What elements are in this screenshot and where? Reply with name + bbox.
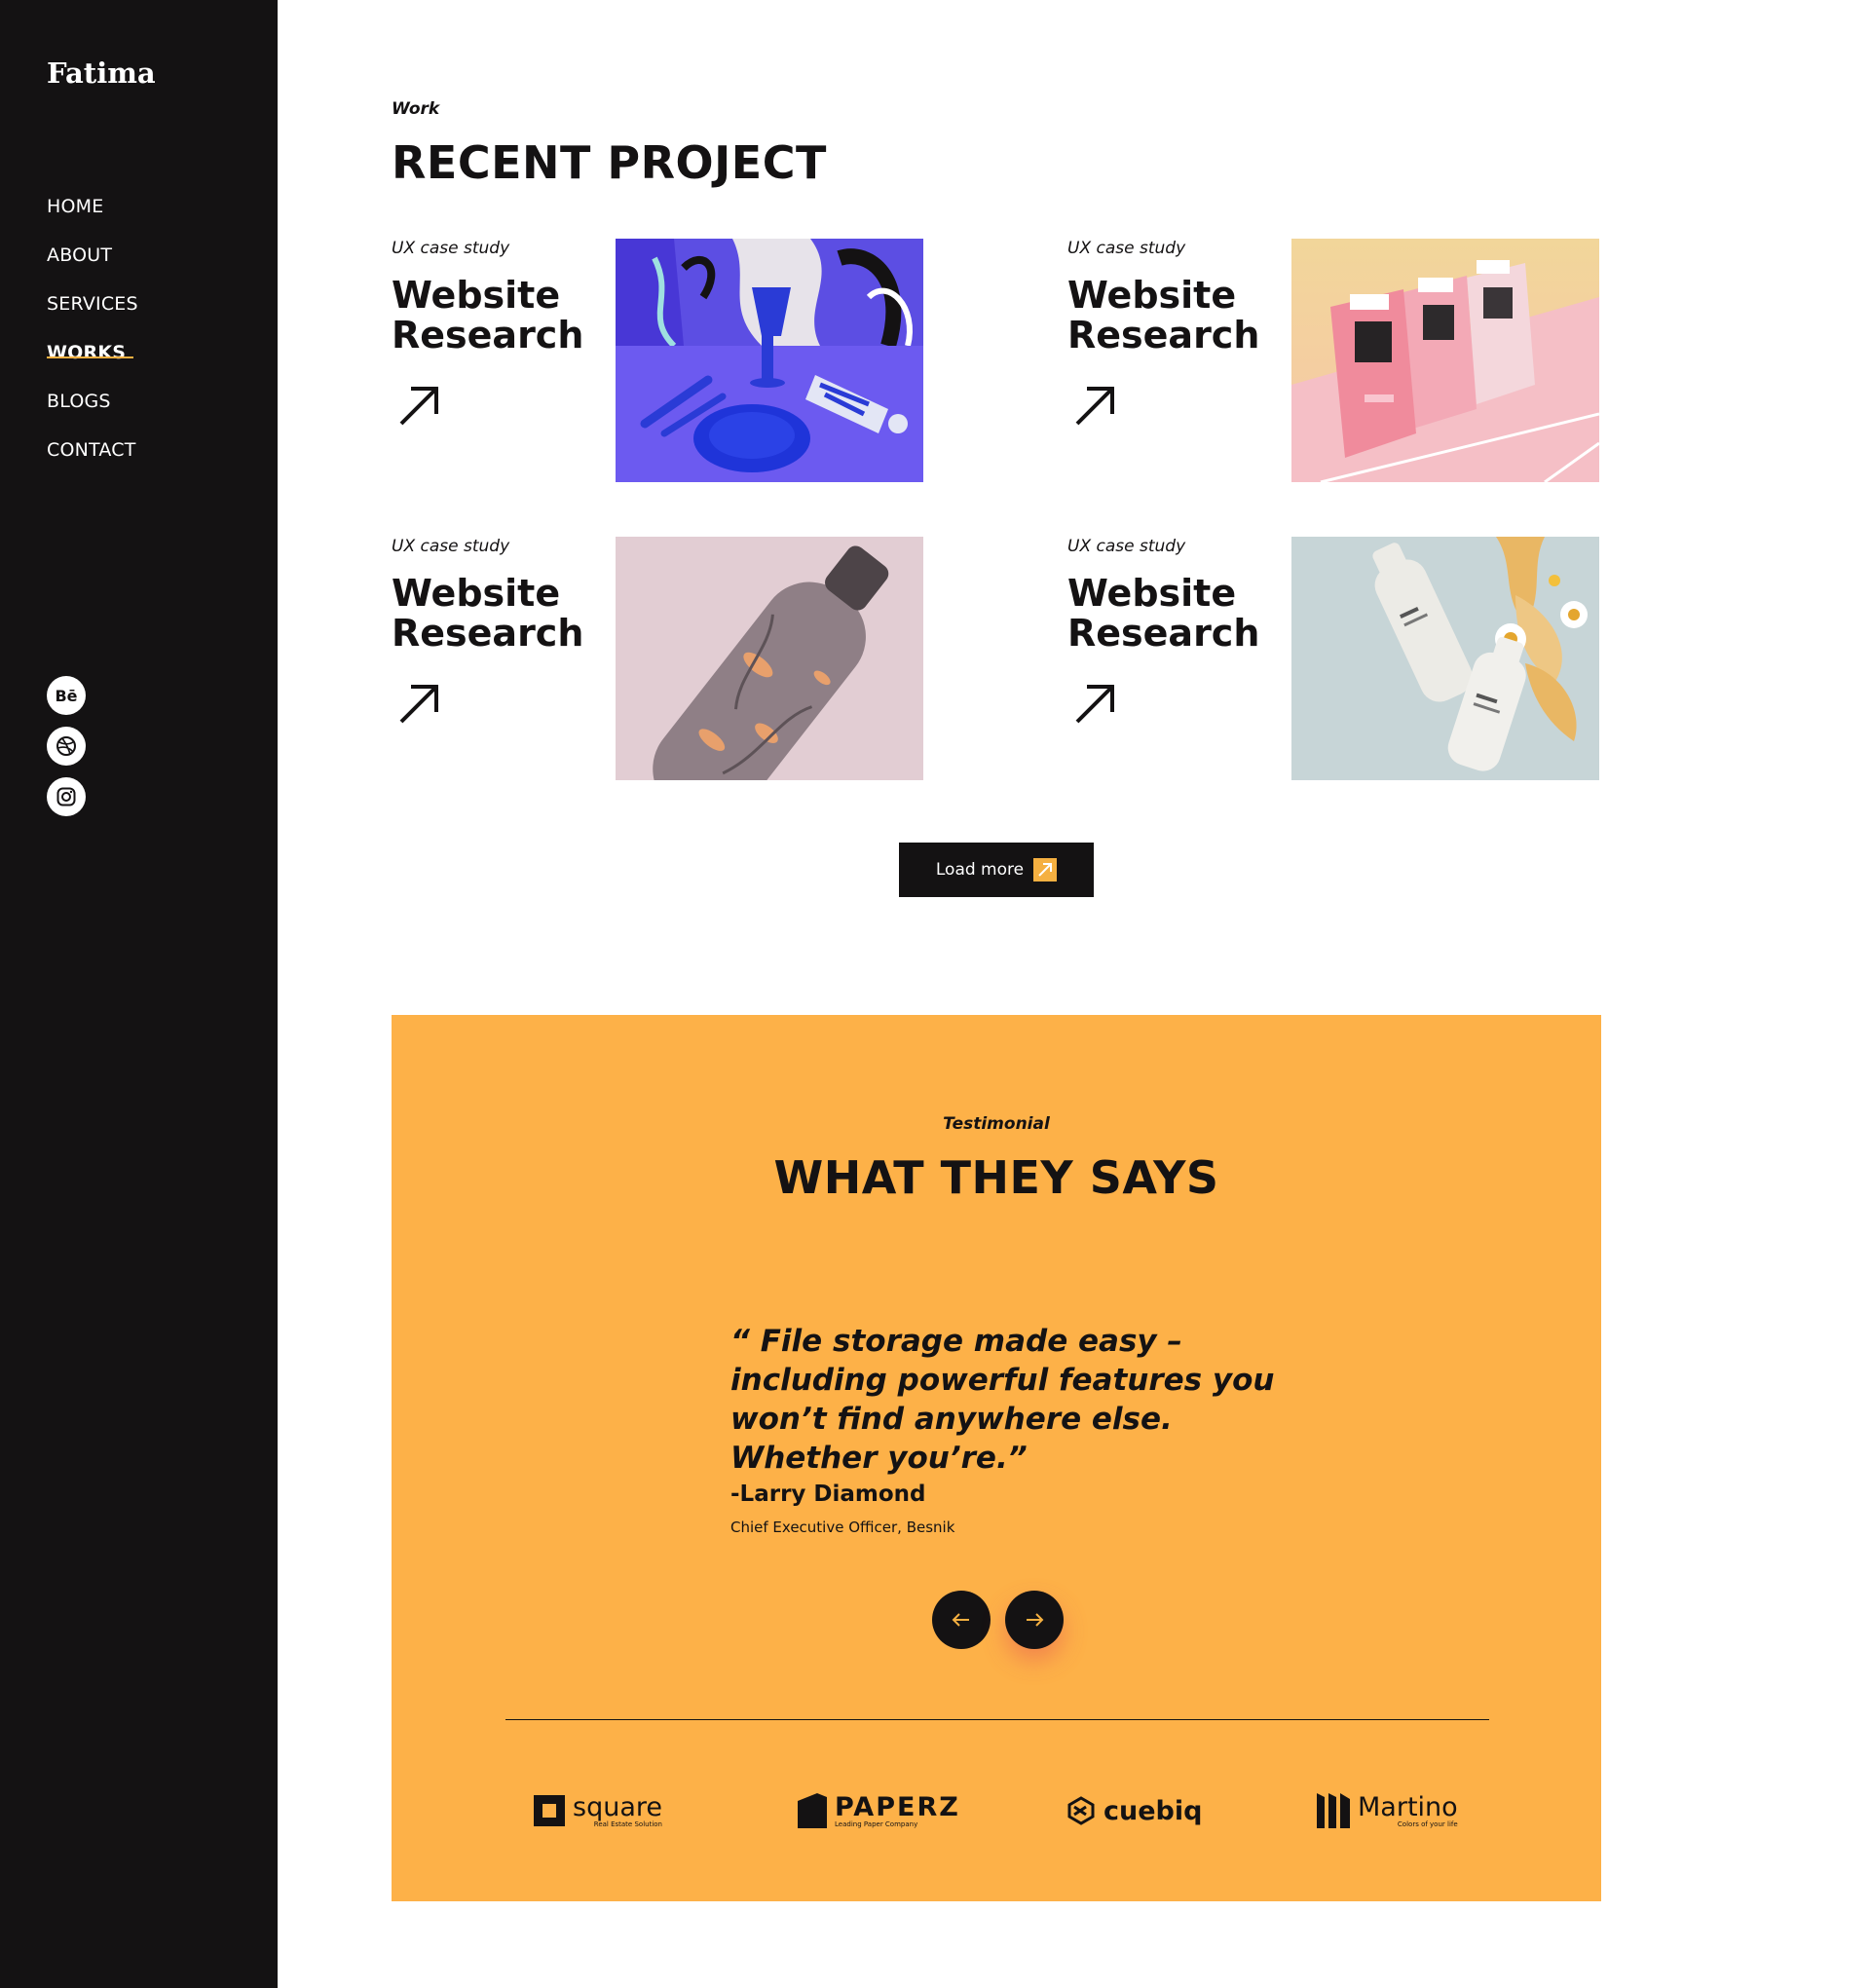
work-title: RECENT PROJECT	[392, 136, 827, 189]
square-logo-icon	[534, 1795, 565, 1826]
next-button[interactable]	[1005, 1591, 1064, 1649]
nav-item-blogs[interactable]: BLOGS	[47, 388, 138, 436]
project-image-pink-atm[interactable]	[1291, 239, 1599, 482]
sidebar: Fatima HOME ABOUT SERVICES WORKS BLOGS C…	[0, 0, 278, 1988]
arrow-up-right-icon	[1033, 858, 1058, 881]
arrow-up-right-icon[interactable]	[397, 683, 440, 726]
previous-button[interactable]	[932, 1591, 991, 1649]
cuebiq-logo-icon	[1067, 1796, 1095, 1825]
project-title[interactable]: Website Research	[392, 574, 586, 654]
project-title[interactable]: Website Research	[392, 276, 586, 356]
load-more-button[interactable]: Load more	[899, 843, 1094, 897]
social-links: Bē	[47, 676, 86, 828]
testimonial-role: Chief Executive Officer, Besnik	[730, 1519, 955, 1536]
work-eyebrow: Work	[392, 99, 440, 119]
load-more-label: Load more	[935, 860, 1025, 880]
project-card[interactable]: UX case study Website Research	[1067, 239, 1671, 482]
arrow-right-icon	[1027, 1613, 1044, 1627]
project-category: UX case study	[392, 239, 510, 258]
nav-item-home[interactable]: HOME	[47, 193, 138, 242]
instagram-icon[interactable]	[47, 777, 86, 816]
section-divider	[505, 1719, 1489, 1720]
testimonial-author: -Larry Diamond	[730, 1482, 926, 1507]
project-card[interactable]: UX case study Website Research	[1067, 537, 1671, 780]
nav-item-works[interactable]: WORKS	[47, 339, 138, 388]
arrow-up-right-icon[interactable]	[1073, 683, 1116, 726]
project-category: UX case study	[392, 537, 510, 556]
brand-logo-martino[interactable]: Martino Colors of your life	[1317, 1789, 1458, 1832]
arrow-left-icon	[952, 1613, 969, 1627]
nav-item-about[interactable]: ABOUT	[47, 242, 138, 290]
arrow-up-right-icon[interactable]	[397, 385, 440, 428]
brand-logo-square[interactable]: square Real Estate Solution	[534, 1789, 662, 1832]
project-image-patterned-bottle[interactable]	[616, 537, 923, 780]
project-title[interactable]: Website Research	[1067, 574, 1262, 654]
paperz-logo-icon	[798, 1793, 827, 1828]
martino-logo-icon	[1317, 1793, 1350, 1828]
testimonial-quote: “ File storage made easy – including pow…	[730, 1324, 1275, 1476]
project-category: UX case study	[1067, 239, 1186, 258]
project-image-blue-tableware[interactable]	[616, 239, 923, 482]
nav-item-services[interactable]: SERVICES	[47, 290, 138, 339]
nav-item-contact[interactable]: CONTACT	[47, 436, 138, 485]
testimonial-title: WHAT THEY SAYS	[773, 1151, 1219, 1204]
project-card[interactable]: UX case study Website Research	[392, 537, 995, 780]
testimonial-section: Testimonial WHAT THEY SAYS “ File storag…	[392, 1015, 1601, 1901]
brand-logo-paperz[interactable]: PAPERZ Leading Paper Company	[798, 1789, 960, 1832]
dribbble-icon[interactable]	[47, 727, 86, 766]
arrow-up-right-icon[interactable]	[1073, 385, 1116, 428]
testimonial-eyebrow: Testimonial	[943, 1114, 1050, 1134]
site-logo[interactable]: Fatima	[47, 56, 156, 90]
behance-icon[interactable]: Bē	[47, 676, 86, 715]
main-nav: HOME ABOUT SERVICES WORKS BLOGS CONTACT	[47, 193, 138, 485]
project-image-cosmetic-bottles[interactable]	[1291, 537, 1599, 780]
project-category: UX case study	[1067, 537, 1186, 556]
project-card[interactable]: UX case study Website Research	[392, 239, 995, 482]
brand-logo-cuebiq[interactable]: cuebiq	[1066, 1789, 1202, 1832]
project-title[interactable]: Website Research	[1067, 276, 1262, 356]
